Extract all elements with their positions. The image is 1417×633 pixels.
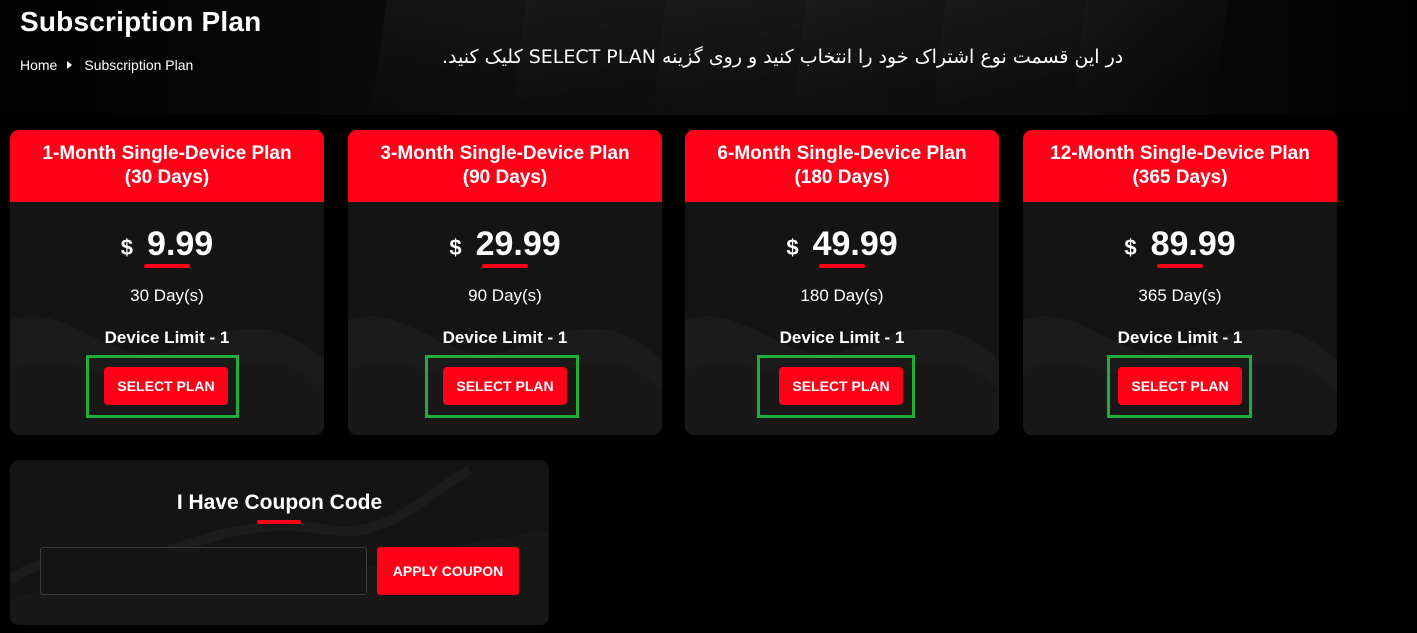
plan-price: $ 29.99 (348, 225, 662, 264)
plan-duration: 90 Day(s) (468, 286, 542, 305)
select-plan-button[interactable]: SELECT PLAN (779, 367, 903, 405)
plan-name: 6-Month Single-Device Plan (717, 143, 967, 164)
page-title: Subscription Plan (20, 6, 262, 37)
plan-days: (90 Days) (462, 167, 548, 188)
price-amount: 89.99 (1150, 225, 1236, 263)
plan-name: 3-Month Single-Device Plan (380, 143, 630, 164)
price-amount: 49.99 (812, 225, 898, 263)
currency-symbol: $ (1124, 235, 1137, 260)
price-underline (1157, 264, 1203, 268)
price-underline (482, 264, 528, 268)
price-amount: 29.99 (475, 225, 561, 263)
coupon-panel: I Have Coupon Code APPLY COUPON (10, 460, 549, 625)
plan-device-limit: Device Limit - 1 (442, 328, 568, 347)
breadcrumb-current: Subscription Plan (84, 57, 194, 73)
plan-card-6-month: 6-Month Single-Device Plan (180 Days) $ … (685, 130, 999, 435)
plan-price: $ 89.99 (1023, 225, 1337, 264)
coupon-title-underline (257, 520, 301, 524)
plan-days: (365 Days) (1132, 167, 1228, 188)
breadcrumb-home-link[interactable]: Home (20, 57, 57, 73)
currency-symbol: $ (449, 235, 462, 260)
select-plan-button[interactable]: SELECT PLAN (104, 367, 228, 405)
plan-price: $ 9.99 (10, 225, 324, 264)
plan-device-limit: Device Limit - 1 (1117, 328, 1243, 347)
plan-card-header: 1-Month Single-Device Plan (30 Days) (10, 130, 324, 202)
plan-device-limit: Device Limit - 1 (104, 328, 230, 347)
plan-duration: 180 Day(s) (800, 286, 884, 305)
apply-coupon-button[interactable]: APPLY COUPON (377, 547, 519, 595)
plan-device-limit: Device Limit - 1 (779, 328, 905, 347)
plan-card-12-month: 12-Month Single-Device Plan (365 Days) $… (1023, 130, 1337, 435)
currency-symbol: $ (786, 235, 799, 260)
coupon-code-input[interactable] (40, 547, 367, 595)
page-header-banner: Subscription Plan Home Subscription Plan… (0, 0, 1417, 115)
plan-duration: 30 Day(s) (130, 286, 204, 305)
plan-name: 12-Month Single-Device Plan (1050, 143, 1310, 164)
plan-card-header: 3-Month Single-Device Plan (90 Days) (348, 130, 662, 202)
price-underline (144, 264, 190, 268)
instruction-note: در این قسمت نوع اشتراک خود را انتخاب کنی… (442, 46, 1124, 68)
caret-right-icon (67, 61, 73, 69)
plan-card-3-month: 3-Month Single-Device Plan (90 Days) $ 2… (348, 130, 662, 435)
plan-card-1-month: 1-Month Single-Device Plan (30 Days) $ 9… (10, 130, 324, 435)
plan-card-header: 6-Month Single-Device Plan (180 Days) (685, 130, 999, 202)
currency-symbol: $ (120, 235, 134, 260)
plan-days: (30 Days) (124, 167, 210, 188)
coupon-background-graph (10, 465, 549, 625)
breadcrumb: Home Subscription Plan (20, 57, 193, 73)
coupon-title: I Have Coupon Code (176, 491, 383, 514)
plan-price: $ 49.99 (685, 225, 999, 264)
plan-name: 1-Month Single-Device Plan (42, 143, 292, 164)
price-underline (819, 264, 865, 268)
plan-duration: 365 Day(s) (1138, 286, 1222, 305)
plan-card-header: 12-Month Single-Device Plan (365 Days) (1023, 130, 1337, 202)
select-plan-button[interactable]: SELECT PLAN (443, 367, 567, 405)
plan-days: (180 Days) (794, 167, 890, 188)
price-amount: 9.99 (147, 225, 214, 263)
select-plan-button[interactable]: SELECT PLAN (1118, 367, 1242, 405)
